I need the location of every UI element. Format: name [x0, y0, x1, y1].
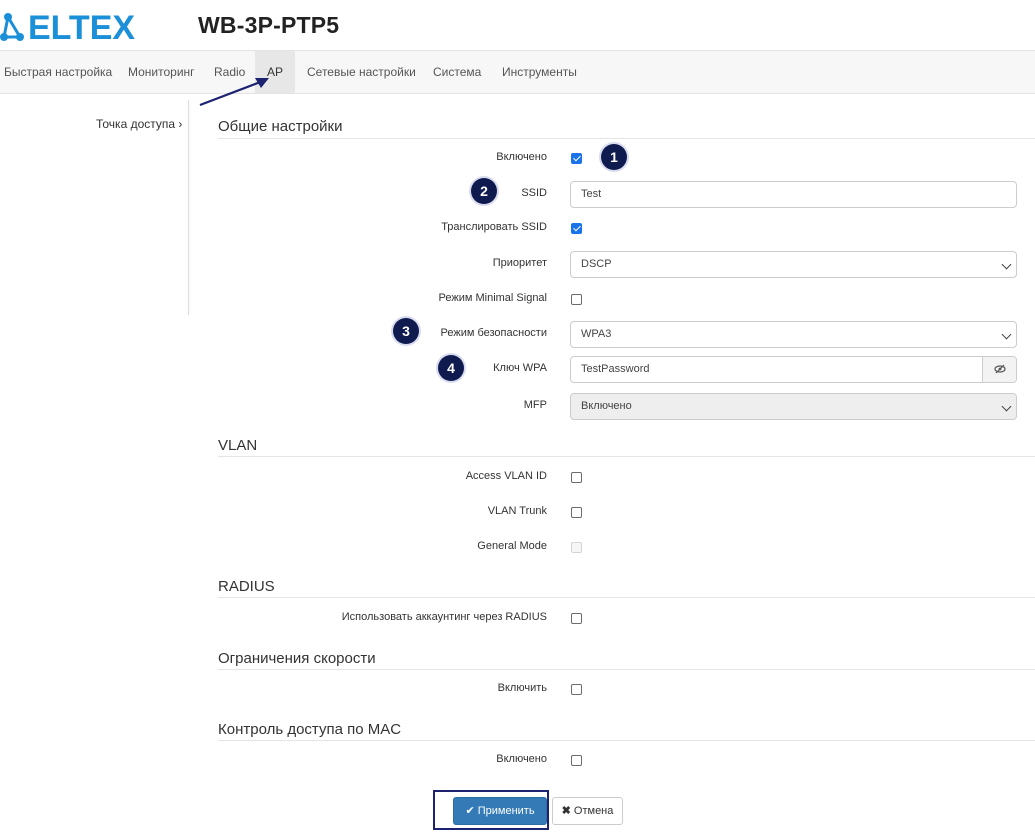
annotation-badge-4: 4 [438, 355, 464, 381]
mfp-value: Включено [581, 400, 632, 412]
section-title-vlan: VLAN [218, 437, 258, 454]
wpa-key-value: TestPassword [581, 363, 650, 375]
tab-network-settings[interactable]: Сетевые настройки [307, 51, 416, 93]
mac-control-checkbox[interactable] [571, 755, 582, 766]
section-title-radius: RADIUS [218, 578, 275, 595]
annotation-badge-3: 3 [393, 318, 419, 344]
priority-label: Приоритет [492, 257, 547, 269]
cancel-button-label: Отмена [573, 805, 614, 817]
divider [218, 669, 1035, 670]
tab-quick-setup[interactable]: Быстрая настройка [4, 51, 112, 93]
logo-text: ELTEX [28, 9, 135, 46]
enabled-label: Включено [496, 151, 547, 163]
general-mode-checkbox [571, 542, 582, 553]
broadcast-ssid-label: Транслировать SSID [441, 221, 547, 233]
apply-button[interactable]: ✔ Применить [453, 797, 547, 825]
tab-tools[interactable]: Инструменты [502, 51, 577, 93]
wpa-key-label: Ключ WPA [493, 362, 547, 374]
sidebar-item-access-point[interactable]: Точка доступа › [96, 117, 182, 131]
security-mode-value: WPA3 [581, 328, 612, 340]
mfp-label: MFP [523, 399, 547, 411]
check-icon: ✔ [465, 805, 475, 817]
chevron-down-icon [1001, 329, 1012, 340]
divider [218, 597, 1035, 598]
chevron-right-icon: › [178, 117, 183, 131]
speed-limit-checkbox[interactable] [571, 684, 582, 695]
vlan-trunk-checkbox[interactable] [571, 507, 582, 518]
apply-button-label: Применить [477, 805, 535, 817]
general-mode-label: General Mode [477, 540, 547, 552]
access-vlan-label: Access VLAN ID [465, 470, 547, 482]
speed-limit-enable-label: Включить [497, 682, 547, 694]
ssid-input[interactable]: Test [570, 181, 1017, 208]
access-vlan-checkbox[interactable] [571, 472, 582, 483]
security-mode-label: Режим безопасности [440, 327, 547, 339]
divider [218, 138, 1035, 139]
section-title-mac-control: Контроль доступа по MAC [218, 721, 402, 738]
radius-accounting-checkbox[interactable] [571, 613, 582, 624]
mac-control-enabled-label: Включено [496, 753, 547, 765]
radius-accounting-label: Использовать аккаунтинг через RADIUS [341, 611, 547, 623]
security-mode-select[interactable]: WPA3 [570, 321, 1017, 348]
broadcast-ssid-checkbox[interactable] [571, 223, 582, 234]
section-title-general: Общие настройки [218, 118, 343, 135]
wpa-key-input[interactable]: TestPassword [570, 356, 1017, 383]
minimal-signal-label: Режим Minimal Signal [438, 292, 548, 304]
device-title: WB-3P-PTP5 [198, 12, 340, 38]
divider [218, 740, 1035, 741]
ssid-label: SSID [521, 187, 547, 199]
mfp-select[interactable]: Включено [570, 393, 1017, 420]
sidebar-divider [188, 100, 189, 315]
tab-system[interactable]: Система [433, 51, 481, 93]
main-nav: Быстрая настройка Мониторинг Radio AP Се… [0, 50, 1035, 94]
section-title-speed-limit: Ограничения скорости [218, 650, 376, 667]
priority-select[interactable]: DSCP [570, 251, 1017, 278]
divider [218, 456, 1035, 457]
minimal-signal-checkbox[interactable] [571, 294, 582, 305]
cancel-button[interactable]: ✖ Отмена [552, 797, 623, 825]
chevron-down-icon [1001, 401, 1012, 412]
eltex-logo: ELTEX [0, 9, 135, 46]
sidebar-item-label: Точка доступа [96, 117, 176, 131]
annotation-arrow [199, 78, 269, 107]
annotation-badge-1: 1 [601, 144, 627, 170]
annotation-badge-2: 2 [471, 178, 497, 204]
priority-value: DSCP [581, 258, 612, 270]
vlan-trunk-label: VLAN Trunk [487, 505, 547, 517]
eye-slash-icon[interactable] [982, 357, 1016, 382]
chevron-down-icon [1001, 259, 1012, 270]
enabled-checkbox[interactable] [571, 153, 582, 164]
tab-monitoring[interactable]: Мониторинг [128, 51, 195, 93]
close-icon: ✖ [561, 805, 571, 817]
